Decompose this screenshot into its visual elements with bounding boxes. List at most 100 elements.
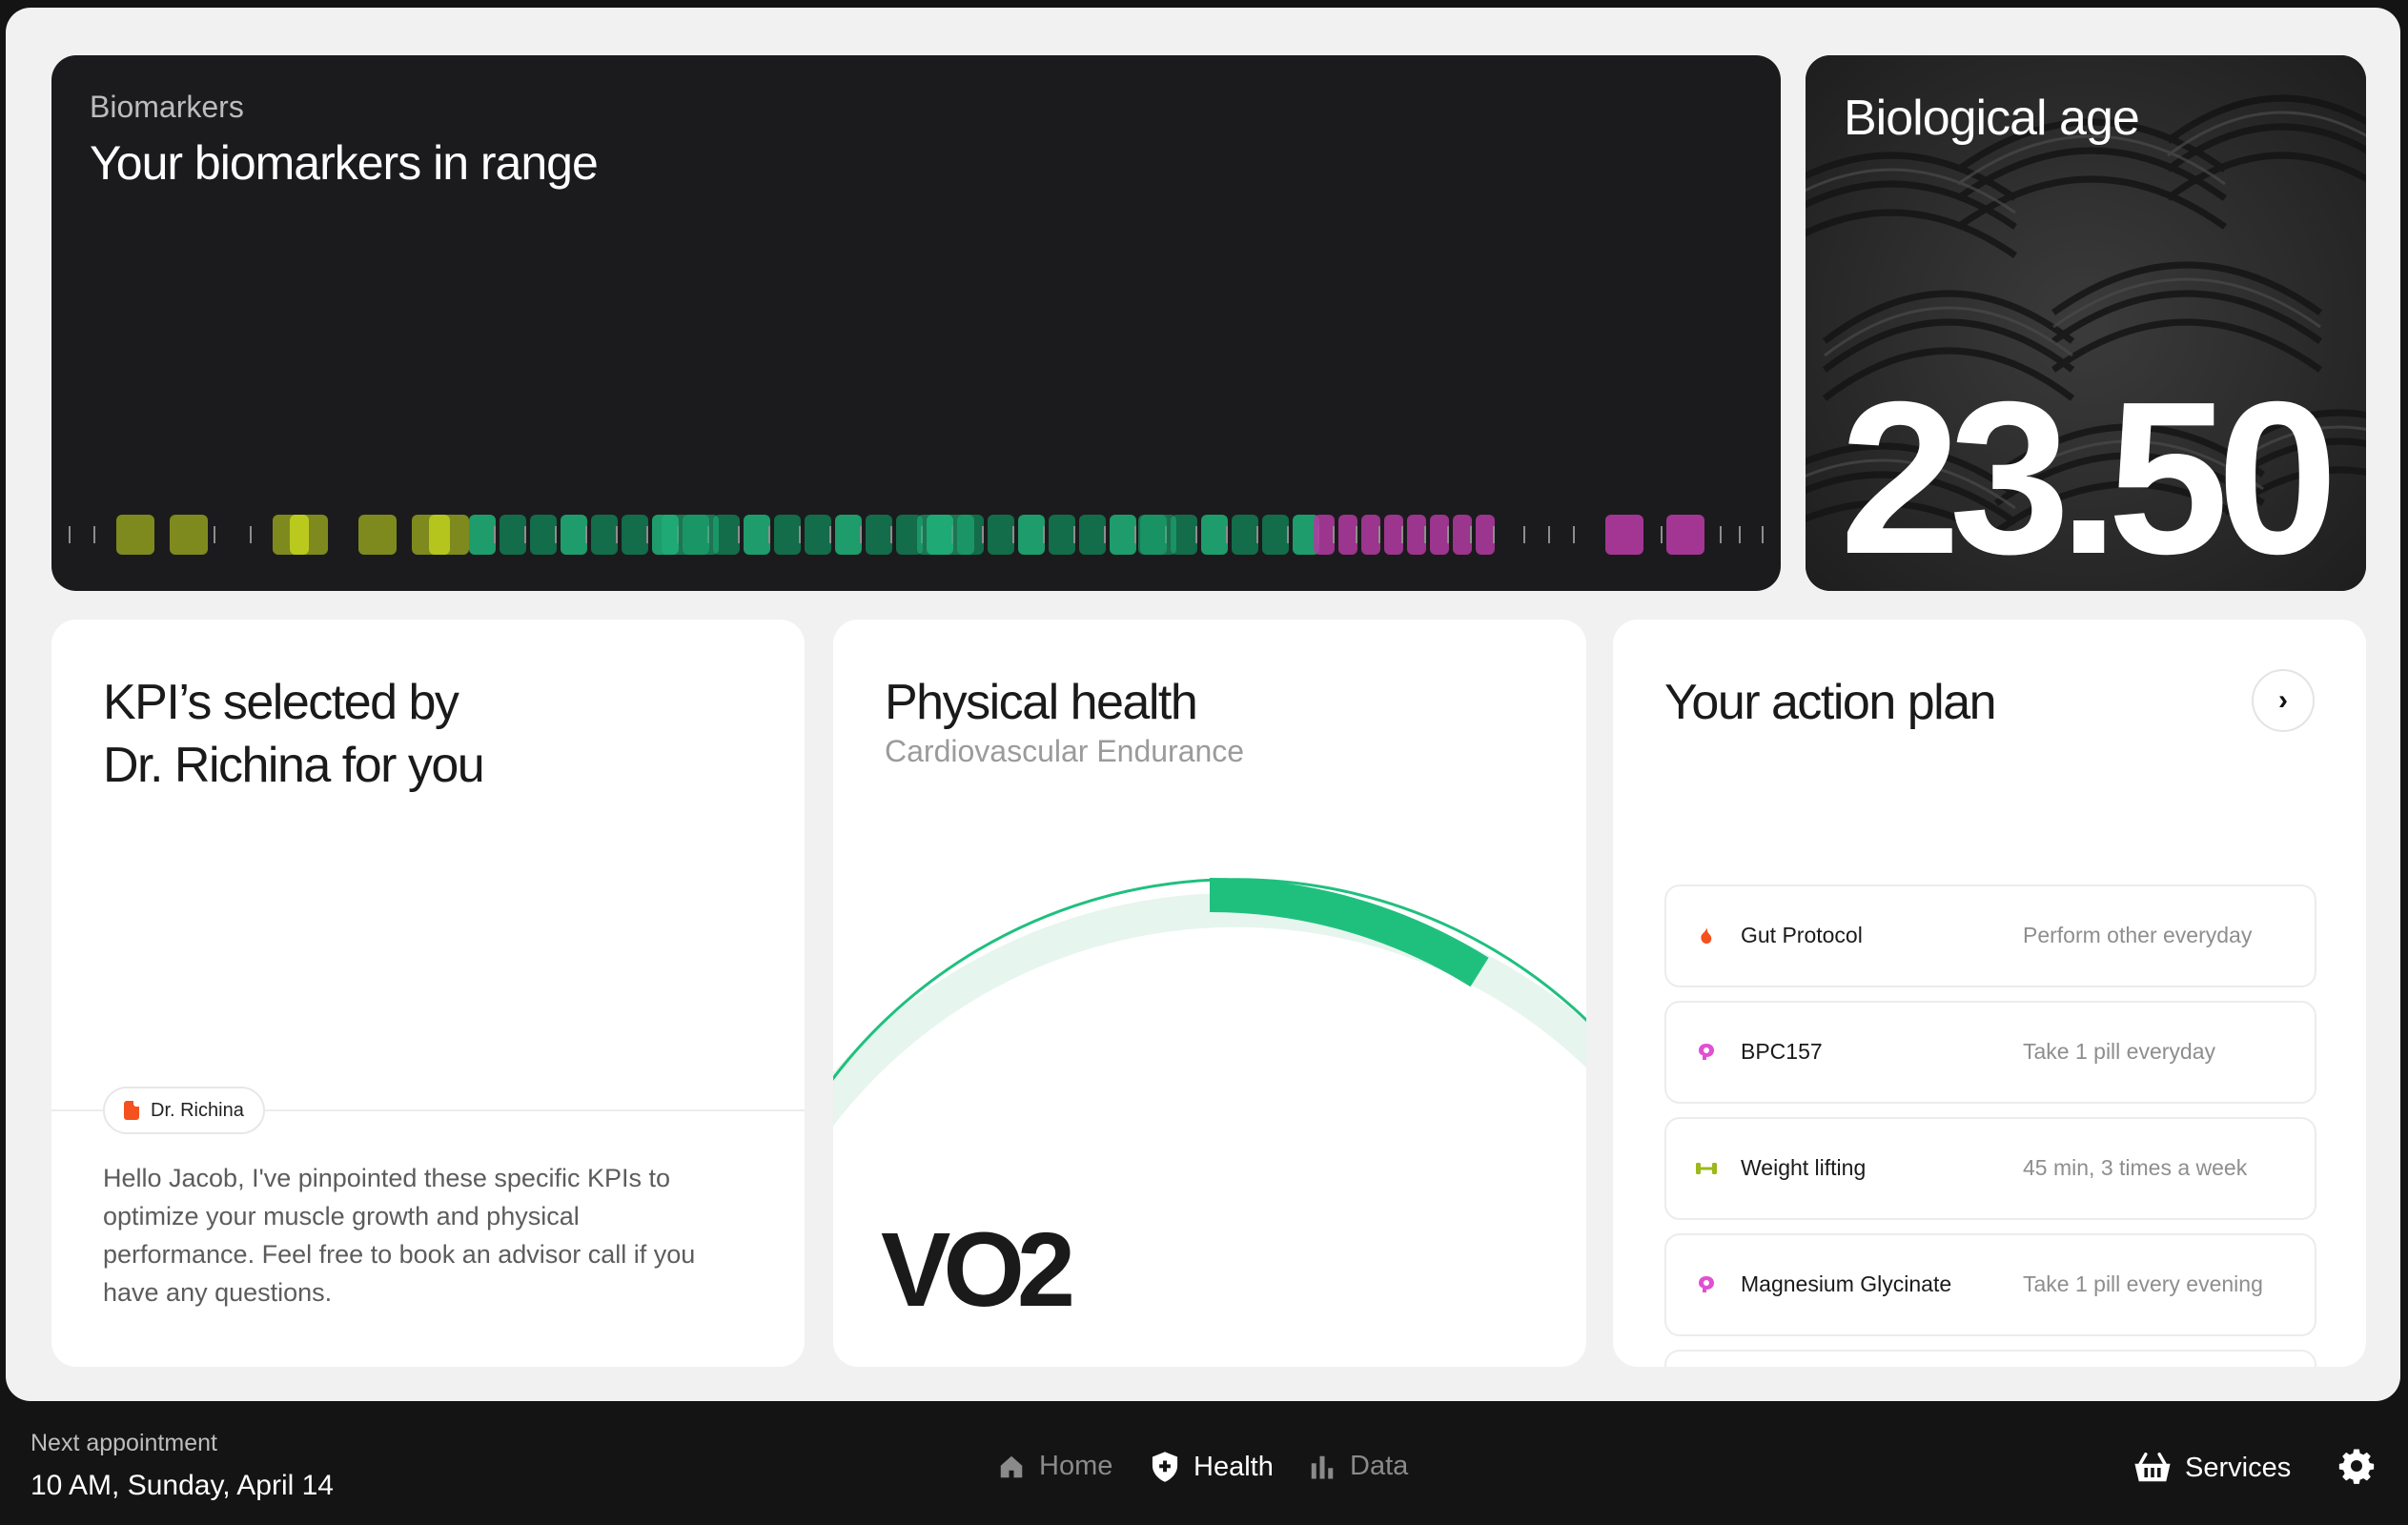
plan-item-note: Take 1 pill every evening [2023,1271,2263,1296]
biomarker-tick [1043,526,1045,543]
kpi-title-line1: KPI’s selected by [103,675,459,730]
kpi-card[interactable]: KPI’s selected by Dr. Richina for you Dr… [51,620,805,1367]
biomarker-tick [494,526,496,543]
biomarker-tick [1573,526,1575,543]
nav-data[interactable]: Data [1308,1451,1408,1482]
biological-age-label: Biological age [1844,91,2140,146]
biomarker-tick [1287,526,1289,543]
action-plan-card[interactable]: Your action plan › Gut Protocol Perform … [1613,620,2366,1367]
plan-item-name: Weight lifting [1741,1155,1867,1180]
nav-data-label: Data [1350,1451,1409,1481]
biomarker-tick [214,526,215,543]
biomarker-tick [768,526,770,543]
brain-icon [1699,1044,1714,1060]
biomarker-tick [1256,526,1258,543]
biomarker-block [1338,515,1357,555]
biomarker-tick [890,526,892,543]
biomarker-tick [860,526,862,543]
biomarker-tick [1134,526,1136,543]
biomarker-tick [555,526,557,543]
biomarker-range-strip [69,515,1764,555]
biomarker-tick [524,526,526,543]
kpi-title-line2: Dr. Richina for you [103,738,485,793]
biomarker-block [1666,515,1704,555]
plan-item-name: BPC157 [1741,1039,1823,1064]
biomarker-tick [616,526,618,543]
biomarker-tick [1226,526,1228,543]
plan-item-name: Magnesium Glycinate [1741,1271,1952,1296]
nav-health[interactable]: Health [1150,1451,1274,1483]
action-plan-next-button[interactable]: › [2252,669,2315,732]
stomach-icon [1701,927,1712,944]
next-appointment-label: Next appointment [31,1430,217,1456]
biomarker-block [917,515,974,555]
biomarker-block [1232,515,1258,555]
doctor-chip-label: Dr. Richina [151,1099,244,1121]
nav-home-label: Home [1039,1451,1113,1481]
services-label: Services [2185,1452,2292,1483]
nav-home[interactable]: Home [997,1451,1112,1482]
biomarker-block [866,515,892,555]
biomarker-block [290,515,309,555]
biomarker-tick [646,526,648,543]
biomarker-tick [738,526,740,543]
biomarker-block [1361,515,1380,555]
plan-item-magnesium-glycinate[interactable]: Magnesium Glycinate Take 1 pill every ev… [1664,1233,2316,1336]
action-plan-title: Your action plan [1664,675,1997,730]
next-appointment-value[interactable]: 10 AM, Sunday, April 14 [31,1470,334,1502]
biomarker-block [530,515,557,555]
bar-chart-icon [1311,1455,1334,1478]
biomarker-block [662,515,719,555]
biomarker-block [1079,515,1106,555]
biomarker-tick [1548,526,1550,543]
plan-item-bpc157[interactable]: BPC157 Take 1 pill everyday [1664,1001,2316,1104]
biomarker-tick [1333,526,1335,543]
chevron-right-icon: › [2278,684,2288,716]
biomarker-tick [1470,526,1472,543]
biomarker-block [1453,515,1472,555]
biomarker-tick [982,526,984,543]
document-icon [124,1101,139,1120]
doctor-chip[interactable]: Dr. Richina [103,1087,265,1134]
biomarker-block [835,515,862,555]
biomarker-block [1407,515,1426,555]
plan-item-note: 45 min, 3 times a week [2023,1155,2248,1180]
biomarker-tick [585,526,587,543]
biomarker-block [1201,515,1228,555]
biomarker-block [1314,515,1335,555]
biomarker-block [622,515,648,555]
biomarker-tick [1661,526,1663,543]
biological-age-card[interactable]: Biological age 23.50 [1806,55,2366,591]
biological-age-value: 23.50 [1840,357,2338,591]
plan-item-partial[interactable] [1664,1350,2316,1367]
biomarker-tick [1424,526,1426,543]
biomarker-block [1018,515,1045,555]
biomarker-tick [1356,526,1357,543]
biomarkers-title: Your biomarkers in range [90,136,599,190]
biomarker-tick [1195,526,1197,543]
biomarker-block [429,515,450,555]
services-button[interactable]: Services [2133,1451,2291,1485]
kpi-message: Hello Jacob, I've pinpointed these speci… [103,1164,696,1307]
biomarker-tick [1378,526,1380,543]
biomarker-tick [829,526,831,543]
biomarker-block [774,515,801,555]
biomarker-block [744,515,770,555]
biomarkers-card[interactable]: Biomarkers Your biomarkers in range [51,55,1781,591]
brain-icon [1699,1276,1714,1292]
biomarker-block [1605,515,1643,555]
physical-health-card[interactable]: Physical health Cardiovascular Endurance… [833,620,1586,1367]
biomarker-tick [1720,526,1722,543]
plan-item-note: Perform other everyday [2023,923,2253,947]
biomarker-tick [1739,526,1741,543]
plan-item-gut-protocol[interactable]: Gut Protocol Perform other everyday [1664,884,2316,987]
biomarker-block [805,515,831,555]
biomarker-tick [250,526,252,543]
home-icon [1000,1455,1023,1477]
vo2-metric: VO2 [881,1211,1075,1329]
gear-icon[interactable] [2337,1447,2376,1485]
biomarker-block [469,515,496,555]
biomarker-tick [69,526,71,543]
biomarker-tick [1073,526,1075,543]
plan-item-weight-lifting[interactable]: Weight lifting 45 min, 3 times a week [1664,1117,2316,1220]
